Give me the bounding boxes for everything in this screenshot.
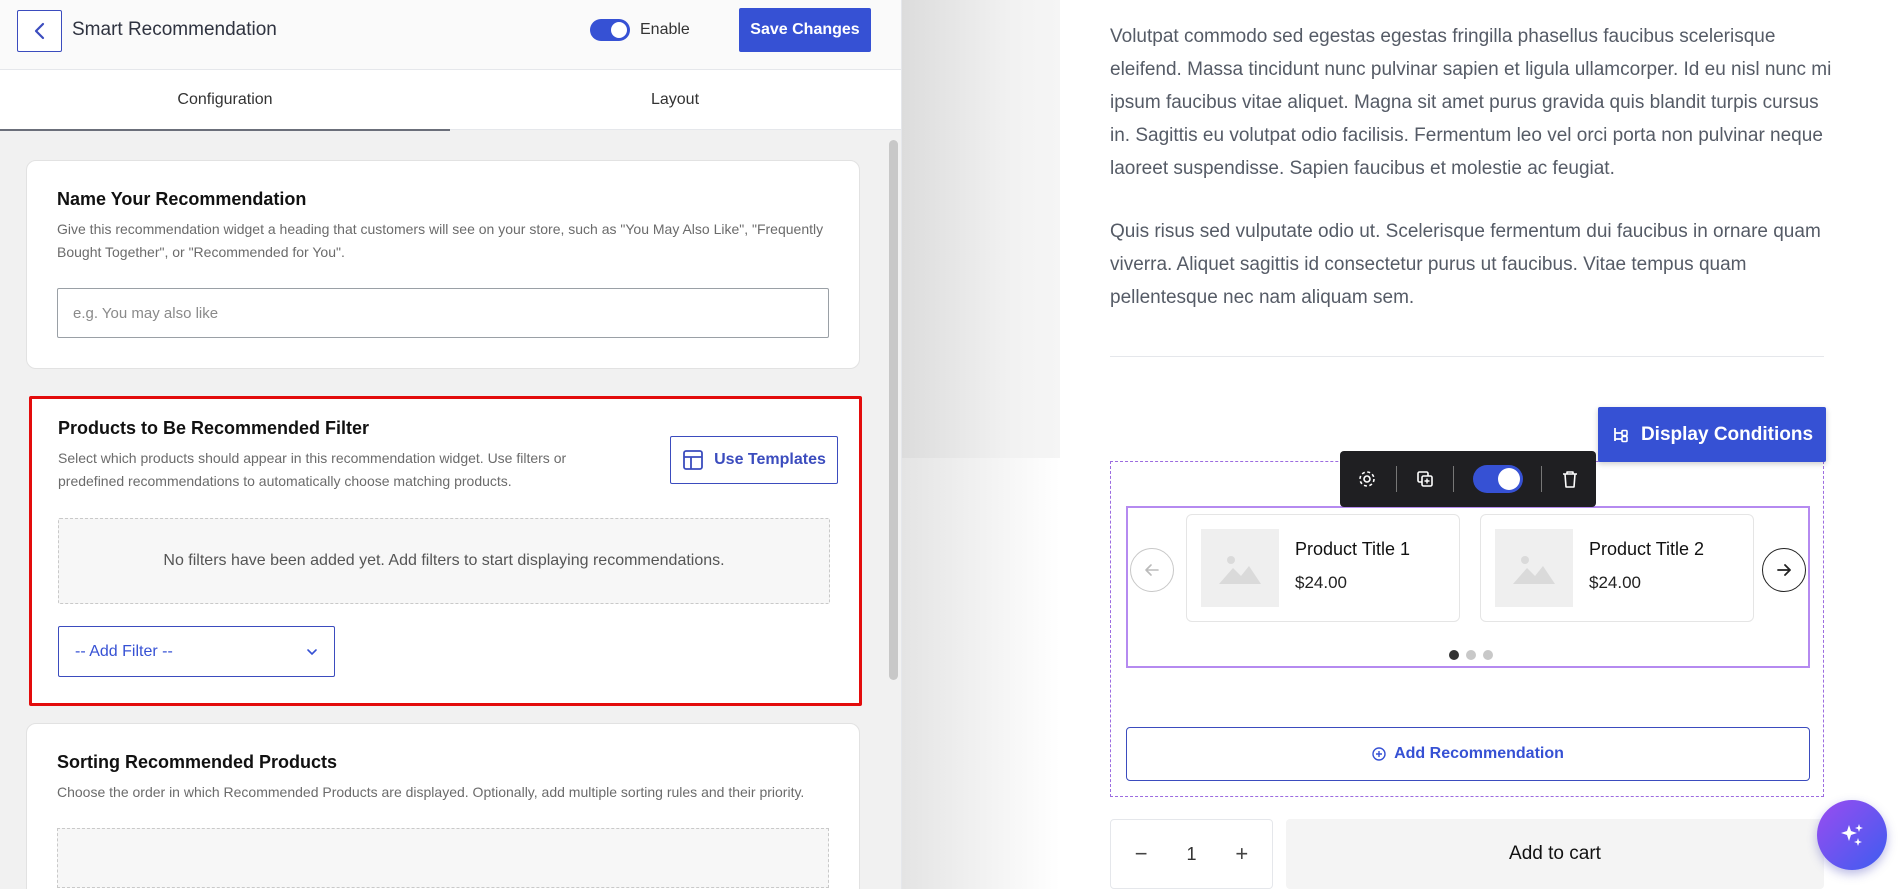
arrow-left-icon xyxy=(1145,564,1159,576)
preview-paragraph-2: Quis risus sed vulputate odio ut. Sceler… xyxy=(1110,221,1821,308)
chevron-left-icon xyxy=(34,22,44,40)
name-recommendation-card: Name Your Recommendation Give this recom… xyxy=(26,160,860,369)
empty-filters-message: No filters have been added yet. Add filt… xyxy=(58,518,830,604)
page-title: Smart Recommendation xyxy=(72,19,277,40)
add-filter-select[interactable]: -- Add Filter -- xyxy=(58,626,335,677)
tab-configuration[interactable]: Configuration xyxy=(0,70,450,131)
quantity-value[interactable]: 1 xyxy=(1186,844,1196,865)
use-templates-button[interactable]: Use Templates xyxy=(670,436,838,484)
add-recommendation-label: Add Recommendation xyxy=(1394,745,1564,762)
display-conditions-label: Display Conditions xyxy=(1640,423,1814,445)
scrollbar-thumb[interactable] xyxy=(889,140,898,680)
recommendation-name-input[interactable] xyxy=(57,288,829,338)
sorting-section-title: Sorting Recommended Products xyxy=(57,752,338,772)
name-section-description: Give this recommendation widget a headin… xyxy=(57,221,824,260)
carousel-next-button[interactable] xyxy=(1762,548,1806,592)
settings-gear-icon[interactable] xyxy=(1357,469,1377,489)
filter-section-description: Select which products should appear in t… xyxy=(58,450,567,489)
ai-assistant-button[interactable] xyxy=(1817,800,1887,870)
config-panel: Smart Recommendation Enable Save Changes… xyxy=(0,0,902,889)
enable-label: Enable xyxy=(640,21,690,38)
carousel-dot[interactable] xyxy=(1449,650,1459,660)
store-preview: Volutpat commodo sed egestas egestas fri… xyxy=(1060,0,1899,889)
sorting-rules-area xyxy=(57,828,829,888)
product-title: Product Title 1 xyxy=(1295,539,1411,559)
conditions-icon xyxy=(1614,427,1628,442)
tab-layout[interactable]: Layout xyxy=(450,70,900,130)
quantity-stepper: − 1 + xyxy=(1110,819,1273,889)
product-title: Product Title 2 xyxy=(1589,539,1705,559)
top-bar: Smart Recommendation Enable Save Changes xyxy=(0,0,901,70)
back-button[interactable] xyxy=(17,10,62,52)
carousel-dot[interactable] xyxy=(1483,650,1493,660)
toolbar-separator xyxy=(1395,466,1397,492)
tab-bar: Configuration Layout xyxy=(0,70,901,131)
content-divider xyxy=(1110,356,1824,357)
enable-toggle[interactable] xyxy=(590,19,630,41)
sorting-card: Sorting Recommended Products Choose the … xyxy=(26,723,860,889)
product-price: $24.00 xyxy=(1589,573,1641,592)
carousel-dot[interactable] xyxy=(1466,650,1476,660)
display-conditions-button[interactable]: Display Conditions xyxy=(1598,407,1826,462)
product-image-placeholder xyxy=(1495,529,1573,607)
add-to-cart-button[interactable]: Add to cart xyxy=(1286,819,1824,889)
products-filter-card: Products to Be Recommended Filter Select… xyxy=(29,396,862,706)
preview-gutter-top xyxy=(902,0,1060,458)
preview-paragraph-1: Volutpat commodo sed egestas egestas fri… xyxy=(1110,26,1832,179)
filter-section-header: Products to Be Recommended Filter Select… xyxy=(58,418,838,493)
product-card[interactable]: Product Title 1 $24.00 xyxy=(1186,514,1460,622)
product-price: $24.00 xyxy=(1295,573,1347,592)
template-icon xyxy=(683,450,704,470)
add-filter-label: -- Add Filter -- xyxy=(75,642,173,660)
quantity-increase-button[interactable]: + xyxy=(1227,841,1257,867)
plus-circle-icon xyxy=(1372,747,1386,761)
product-card[interactable]: Product Title 2 $24.00 xyxy=(1480,514,1754,622)
quantity-decrease-button[interactable]: − xyxy=(1126,841,1156,867)
toolbar-separator xyxy=(1453,466,1455,492)
recommendation-carousel: Product Title 1 $24.00 Product Title 2 $… xyxy=(1126,506,1810,668)
name-section-title: Name Your Recommendation xyxy=(57,189,307,209)
widget-visibility-toggle[interactable] xyxy=(1472,465,1523,493)
add-recommendation-button[interactable]: Add Recommendation xyxy=(1126,727,1810,781)
save-changes-button[interactable]: Save Changes xyxy=(739,8,871,52)
chevron-down-icon xyxy=(307,648,317,655)
sparkles-icon xyxy=(1841,824,1863,846)
trash-icon[interactable] xyxy=(1561,469,1579,489)
product-image-placeholder xyxy=(1201,529,1279,607)
use-templates-label: Use Templates xyxy=(714,451,826,468)
carousel-pagination xyxy=(1449,650,1493,660)
duplicate-icon[interactable] xyxy=(1415,469,1435,489)
image-placeholder-icon xyxy=(1513,556,1555,584)
widget-toolbar xyxy=(1340,451,1596,507)
image-placeholder-icon xyxy=(1219,556,1261,584)
carousel-prev-button[interactable] xyxy=(1130,548,1174,592)
sorting-section-description: Choose the order in which Recommended Pr… xyxy=(57,784,805,800)
toolbar-separator xyxy=(1541,466,1543,492)
arrow-right-icon xyxy=(1777,564,1791,576)
